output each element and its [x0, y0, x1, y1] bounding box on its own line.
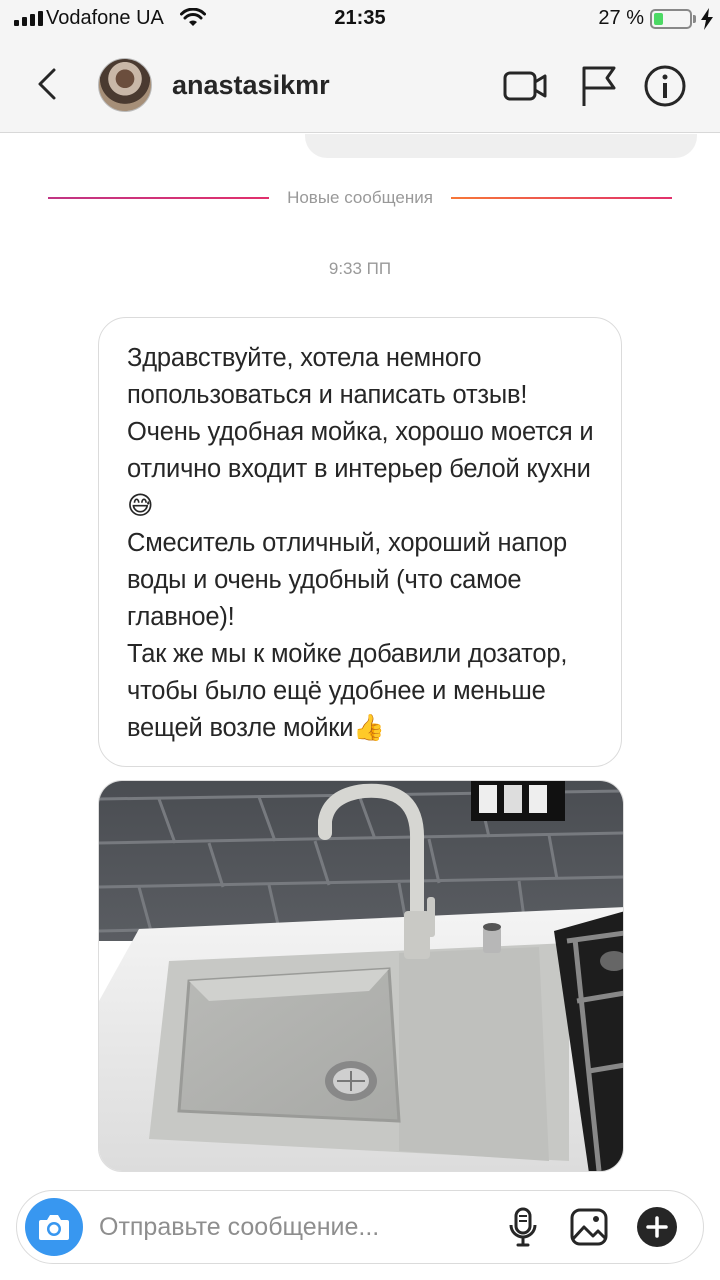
attached-photo-kitchen-sink[interactable] [98, 780, 624, 1172]
add-button[interactable] [633, 1203, 681, 1251]
battery-percent: 27 % [598, 7, 644, 29]
message-paragraph: Так же мы к мойке добавили дозатор, чтоб… [127, 640, 568, 742]
info-icon[interactable] [642, 64, 688, 108]
message-timestamp: 9:33 ПП [328, 259, 392, 278]
previous-message-bubble [305, 134, 697, 158]
add-icon [637, 1207, 677, 1247]
camera-button[interactable] [25, 1198, 83, 1256]
battery-level-fill [654, 13, 663, 25]
message-composer [16, 1190, 704, 1264]
gallery-button[interactable] [565, 1203, 613, 1251]
divider-line-left [48, 197, 270, 199]
username[interactable]: anastasikmr [172, 70, 330, 101]
incoming-message-bubble[interactable]: Здравствуйте, хотела немного попользоват… [98, 317, 622, 767]
video-camera-icon[interactable] [502, 64, 548, 108]
chat-header: anastasikmr [0, 38, 720, 133]
avatar[interactable] [98, 58, 152, 112]
flag-icon[interactable] [576, 64, 622, 108]
battery-tip [693, 15, 696, 23]
divider-line-right [450, 197, 672, 199]
battery-icon [650, 9, 692, 29]
microphone-icon [509, 1207, 537, 1247]
status-bar: Vodafone UA 21:35 27 % [0, 0, 720, 38]
message-input[interactable] [99, 1207, 479, 1247]
message-paragraph: Здравствуйте, хотела немного попользоват… [127, 344, 528, 409]
back-chevron-icon[interactable] [30, 64, 70, 104]
new-messages-divider: Новые сообщения [48, 186, 672, 210]
message-paragraph: Очень удобная мойка, хорошо моется и отл… [127, 418, 594, 520]
gallery-icon [570, 1208, 608, 1246]
charging-bolt-icon [701, 8, 713, 30]
message-paragraph: Смеситель отличный, хороший напор воды и… [127, 529, 567, 631]
sink-photo-illustration [99, 781, 623, 1171]
camera-icon [39, 1215, 69, 1240]
message-thread: Новые сообщения 9:33 ПП Здравствуйте, хо… [0, 134, 720, 1184]
new-messages-label: Новые сообщения [287, 188, 433, 207]
microphone-button[interactable] [499, 1203, 547, 1251]
